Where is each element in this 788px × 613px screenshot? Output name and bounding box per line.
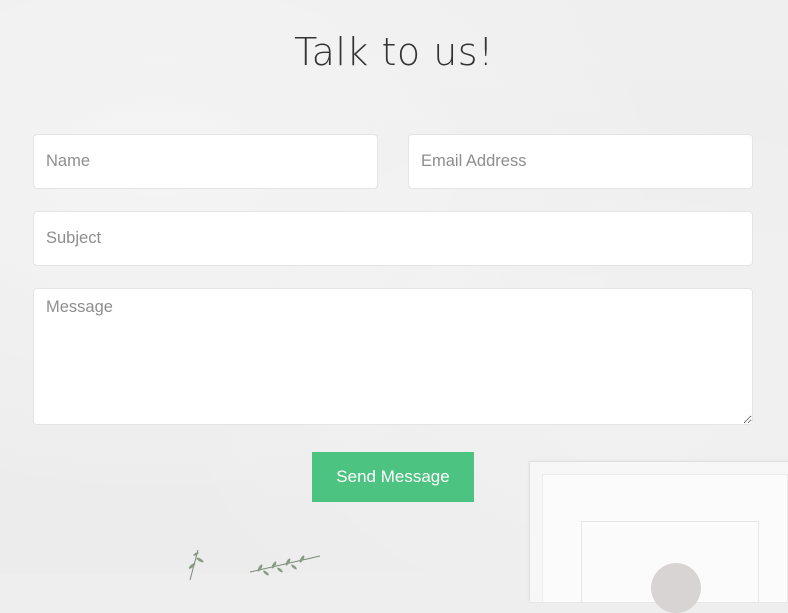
subject-input[interactable] xyxy=(33,211,753,266)
name-input[interactable] xyxy=(33,134,378,189)
picture-frame-inner xyxy=(542,474,788,613)
picture-frame-decoration xyxy=(530,462,788,613)
send-message-button[interactable]: Send Message xyxy=(312,452,474,502)
message-textarea[interactable] xyxy=(33,288,753,425)
page-title: Talk to us! xyxy=(294,30,494,74)
picture-frame-circle xyxy=(651,563,701,613)
email-input[interactable] xyxy=(408,134,753,189)
plant-decoration xyxy=(188,549,321,580)
